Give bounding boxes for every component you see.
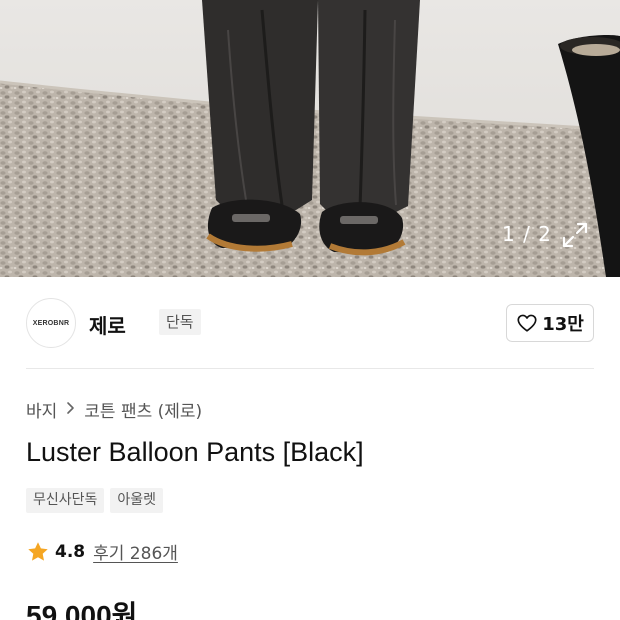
expand-arrows-icon[interactable] xyxy=(560,220,590,250)
chevron-right-icon xyxy=(66,400,75,419)
divider xyxy=(26,368,594,369)
brand-logo[interactable]: XEROBNR xyxy=(26,298,76,348)
rating-row: 4.8 후기 286개 xyxy=(26,539,178,564)
exclusive-badge: 단독 xyxy=(159,309,201,335)
product-title: Luster Balloon Pants [Black] xyxy=(26,437,364,467)
brand-logo-text: XEROBNR xyxy=(32,319,70,327)
product-price: 59,000원 xyxy=(26,600,138,620)
like-count: 13만 xyxy=(542,314,584,335)
rating-score: 4.8 xyxy=(55,541,86,562)
breadcrumb-item-category[interactable]: 바지 xyxy=(26,397,57,422)
tag-musinsa-exclusive: 무신사단독 xyxy=(26,488,105,513)
image-counter: 1 / 2 xyxy=(502,222,552,246)
breadcrumb: 바지 코튼 팬츠 (제로) xyxy=(26,397,202,422)
star-icon xyxy=(28,541,48,561)
brand-name[interactable]: 제로 xyxy=(89,310,126,339)
tag-outlet: 아울렛 xyxy=(110,488,164,513)
like-button[interactable]: 13만 xyxy=(506,304,594,342)
product-image[interactable]: 1 / 2 xyxy=(0,0,620,277)
product-tags: 무신사단독 아울렛 xyxy=(26,488,164,513)
heart-outline-icon xyxy=(517,314,537,332)
review-count-link[interactable]: 후기 286개 xyxy=(93,539,178,564)
breadcrumb-item-subcategory[interactable]: 코튼 팬츠 (제로) xyxy=(84,397,202,422)
brand-row: XEROBNR 제로 단독 13만 xyxy=(26,298,596,350)
